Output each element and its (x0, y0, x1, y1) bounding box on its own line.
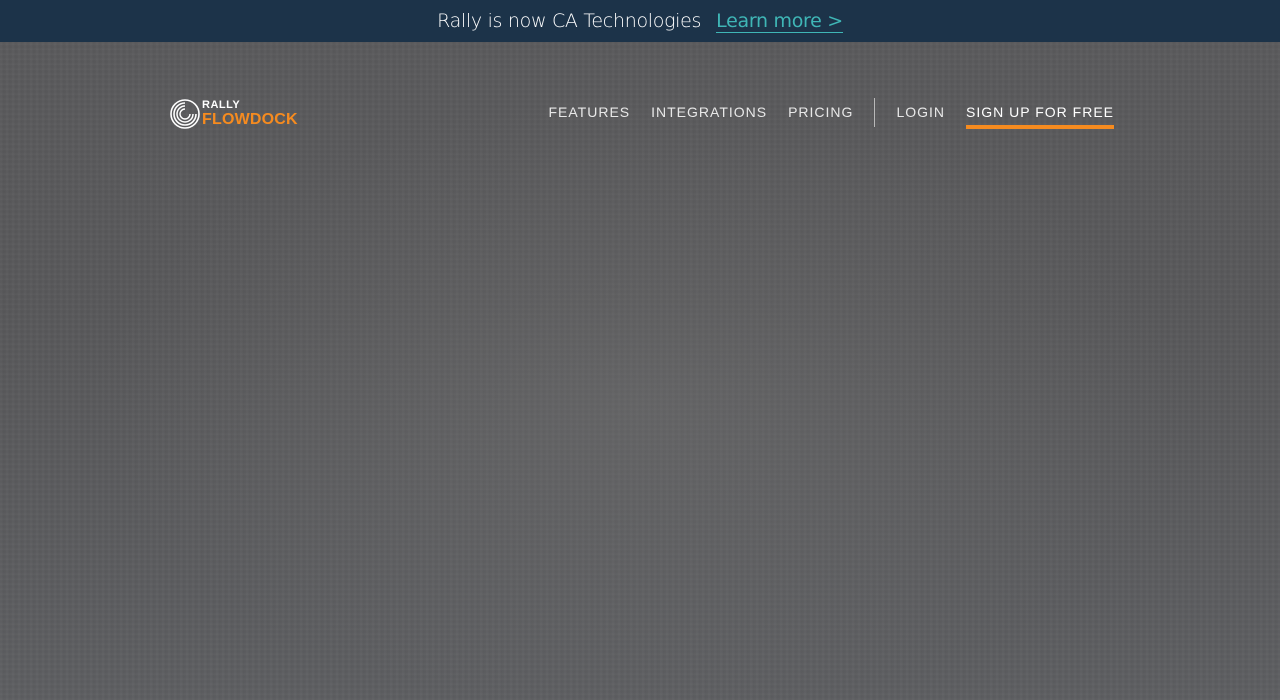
banner-text: Rally is now CA Technologies (437, 10, 702, 32)
nav-integrations[interactable]: INTEGRATIONS (651, 98, 767, 126)
logo-word-rally: RALLY (202, 99, 241, 111)
nav-pricing[interactable]: PRICING (788, 98, 853, 126)
nav-features[interactable]: FEATURES (548, 98, 630, 126)
learn-more-link[interactable]: Learn more > (716, 10, 843, 33)
hero-background (0, 42, 1280, 700)
flowdock-logo[interactable]: RALLY FLOWDOCK (169, 97, 315, 131)
signup-button[interactable]: SIGN UP FOR FREE (966, 98, 1114, 129)
announcement-banner: Rally is now CA Technologies Learn more … (0, 0, 1280, 42)
logo-word-flowdock: FLOWDOCK (202, 111, 298, 128)
main-nav: FEATURES INTEGRATIONS PRICING LOGIN SIGN… (548, 98, 1114, 129)
logo-wordmark: RALLY FLOWDOCK (202, 100, 298, 128)
nav-login[interactable]: LOGIN (896, 98, 945, 126)
concentric-circles-icon (170, 99, 200, 129)
nav-divider (874, 98, 876, 127)
